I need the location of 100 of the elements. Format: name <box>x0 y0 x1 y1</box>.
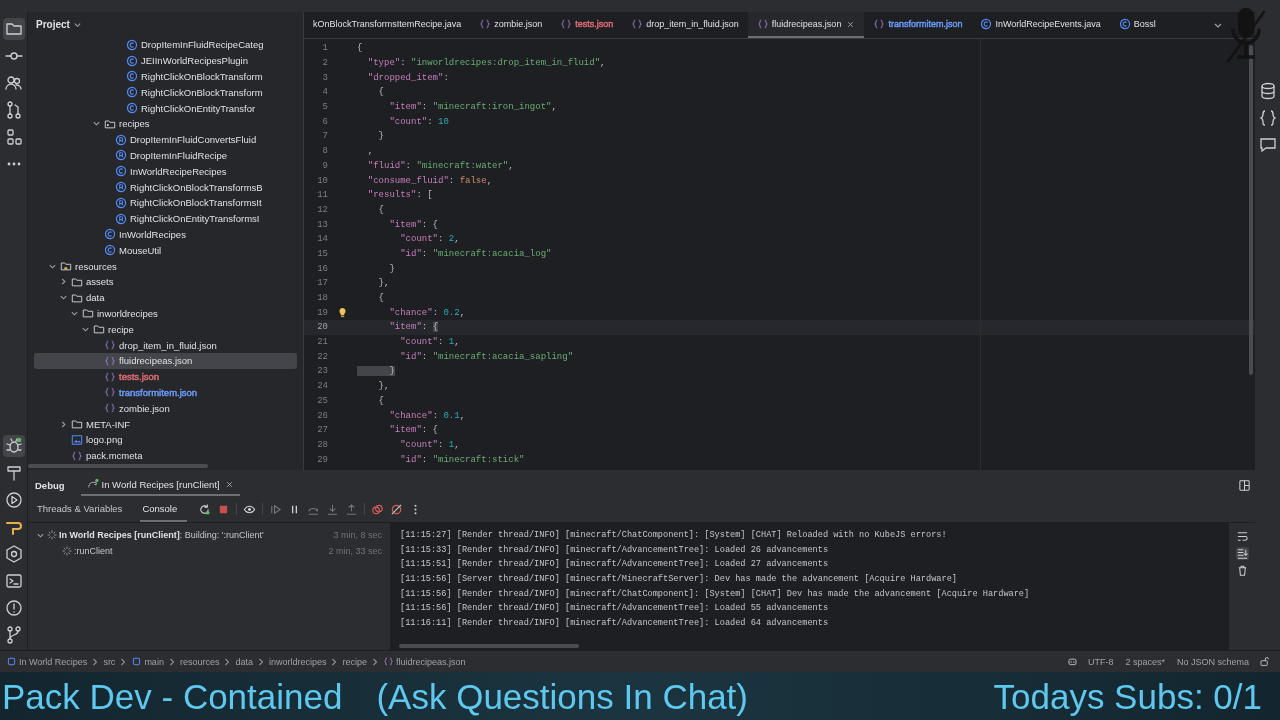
code-line: "count": 2, <box>399 234 460 245</box>
tree-item[interactable]: logo.png <box>34 431 297 448</box>
line-number: 9 <box>321 160 328 171</box>
chevron-down-icon[interactable] <box>59 293 68 303</box>
tree-item[interactable]: META-INF <box>34 416 297 432</box>
tree-item[interactable]: drop_item_in_fluid.json <box>34 337 297 353</box>
line-number: 28 <box>316 439 328 450</box>
tree-item[interactable]: RightClickOnBlockTransform <box>34 68 297 85</box>
tree-item[interactable]: tests.json <box>34 368 297 385</box>
scrollbar[interactable] <box>399 644 579 648</box>
code-line: "fluid": "minecraft:water", <box>366 160 514 171</box>
tree-item[interactable]: DropItemInFluidConvertsFluid <box>34 131 297 148</box>
rerun-icon[interactable] <box>198 502 212 516</box>
scrollbar[interactable] <box>1249 45 1253 375</box>
mute-breakpoints-icon[interactable] <box>390 502 404 516</box>
tree-item[interactable]: RightClickOnBlockTransformsB <box>34 179 297 195</box>
folder-icon[interactable] <box>2 18 25 40</box>
tree-item[interactable]: InWorldRecipes <box>34 226 297 243</box>
robot-icon[interactable] <box>1066 656 1078 667</box>
folder-icon <box>71 291 83 304</box>
breadcrumb-item[interactable]: recipe <box>342 656 367 667</box>
file-tab[interactable]: kOnBlockTransformsItemRecipe.java <box>304 12 471 38</box>
console-line: [11:16:11] [Render thread/INFO] [minecraft/AdvancementTree]: Loaded 64 advancements <box>400 617 830 631</box>
scroll-to-end-icon[interactable] <box>1235 547 1249 560</box>
braces-icon <box>756 18 769 30</box>
code-line: "item": { <box>388 322 439 333</box>
tree-item[interactable]: DropItemInFluidRecipe <box>34 147 297 164</box>
line-number: 3 <box>321 72 328 83</box>
project-view-dropdown[interactable]: Project <box>34 16 84 32</box>
tree-item[interactable]: data <box>34 289 297 306</box>
tree-item[interactable]: JEIInWorldRecipesPlugin <box>34 52 297 69</box>
breakpoints-icon[interactable] <box>371 502 385 516</box>
tree-item[interactable]: RightClickOnEntityTransformsI <box>34 210 297 227</box>
tree-item[interactable]: assets <box>34 273 297 290</box>
breadcrumb-item[interactable]: resources <box>179 656 220 667</box>
line-number: 10 <box>316 175 328 186</box>
chevron-right-icon[interactable] <box>59 419 68 429</box>
breadcrumb-item[interactable]: data <box>235 656 253 667</box>
close-icon[interactable] <box>846 19 856 29</box>
chevron-right-icon[interactable] <box>59 277 68 287</box>
tree-item[interactable]: recipes <box>34 116 297 132</box>
code-line: "results": [ <box>366 190 433 201</box>
file-tab[interactable]: InWorldRecipeEvents.java <box>971 12 1110 38</box>
build-task[interactable]: :runClient <box>74 546 113 556</box>
step-out-icon[interactable] <box>345 502 359 516</box>
class-icon <box>104 244 116 257</box>
code-line: { <box>357 43 363 54</box>
panel-tab[interactable]: Console <box>140 496 188 522</box>
bug-icon[interactable] <box>2 435 25 457</box>
code-line: "id": "minecraft:stick" <box>399 454 525 465</box>
code-line: "count": 1, <box>399 439 460 450</box>
record-icon <box>115 181 127 194</box>
tree-item[interactable]: InWorldRecipeRecipes <box>34 163 297 180</box>
breadcrumb-item[interactable]: fluidrecipeas.json <box>383 656 466 667</box>
breadcrumb-item[interactable]: main <box>131 656 164 667</box>
code-line: { <box>377 87 384 98</box>
tree-item[interactable]: DropItemInFluidRecipeCateg <box>34 37 297 53</box>
file-tab[interactable]: tests.json <box>551 12 623 38</box>
code-line: "type": "inworldrecipes:drop_item_in_fluid", <box>366 58 606 69</box>
tree-item[interactable]: MouseUtil <box>34 242 297 259</box>
scrollbar[interactable] <box>28 464 208 468</box>
encoding-status[interactable]: UTF-8 <box>1087 656 1114 667</box>
tree-item[interactable]: RightClickOnEntityTransfor <box>34 100 297 116</box>
breadcrumb-item[interactable]: src <box>103 656 116 667</box>
line-number: 12 <box>316 204 328 215</box>
step-into-icon[interactable] <box>326 502 340 516</box>
class-icon <box>126 86 138 99</box>
schema-status[interactable]: No JSON schema <box>1176 656 1249 667</box>
tree-item[interactable]: recipe <box>34 321 297 338</box>
line-number: 25 <box>316 395 328 406</box>
tree-item[interactable]: pack.mcmeta <box>34 447 297 464</box>
tree-item[interactable]: resources <box>34 258 297 274</box>
code-line: "dropped_item": <box>366 72 449 83</box>
tree-item[interactable]: transformitem.json <box>34 384 297 401</box>
line-number: 19 <box>316 307 328 318</box>
breadcrumb-item[interactable]: inworldrecipes <box>268 656 327 667</box>
tree-item[interactable]: fluidrecipeas.json <box>34 352 297 369</box>
tree-item[interactable]: RightClickOnBlockTransformsIt <box>34 194 297 211</box>
panel-tab[interactable]: Threads & Variables <box>35 496 133 522</box>
session-tab[interactable]: In World Recipes [runClient] <box>80 474 240 496</box>
file-tab[interactable]: fluidrecipeas.json <box>747 12 865 38</box>
build-task[interactable]: In World Recipes [runClient]: Building: ':runClient' <box>59 530 264 540</box>
chevron-down-icon[interactable] <box>92 119 101 129</box>
unlock-icon[interactable] <box>1259 656 1270 667</box>
lightbulb-icon[interactable] <box>338 307 347 319</box>
tree-item[interactable]: zombie.json <box>34 400 297 417</box>
resume-icon[interactable] <box>269 502 283 516</box>
close-icon[interactable] <box>224 479 234 489</box>
file-tab[interactable]: transformitem.json <box>864 12 972 38</box>
code-line: "chance": 0.1, <box>388 410 466 421</box>
file-tab[interactable]: zombie.json <box>470 12 552 38</box>
file-tab[interactable]: drop_item_in_fluid.json <box>622 12 748 38</box>
file-tab[interactable]: Bossl <box>1109 12 1165 38</box>
tree-item[interactable]: inworldrecipes <box>34 305 297 322</box>
layout-icon[interactable] <box>1238 478 1251 492</box>
tree-item[interactable]: RightClickOnBlockTransform <box>34 84 297 101</box>
soft-wrap-icon[interactable] <box>1235 530 1249 543</box>
class-icon <box>126 54 138 67</box>
breadcrumb-item[interactable]: In World Recipes <box>6 656 88 667</box>
indent-status[interactable]: 2 spaces* <box>1125 656 1165 667</box>
